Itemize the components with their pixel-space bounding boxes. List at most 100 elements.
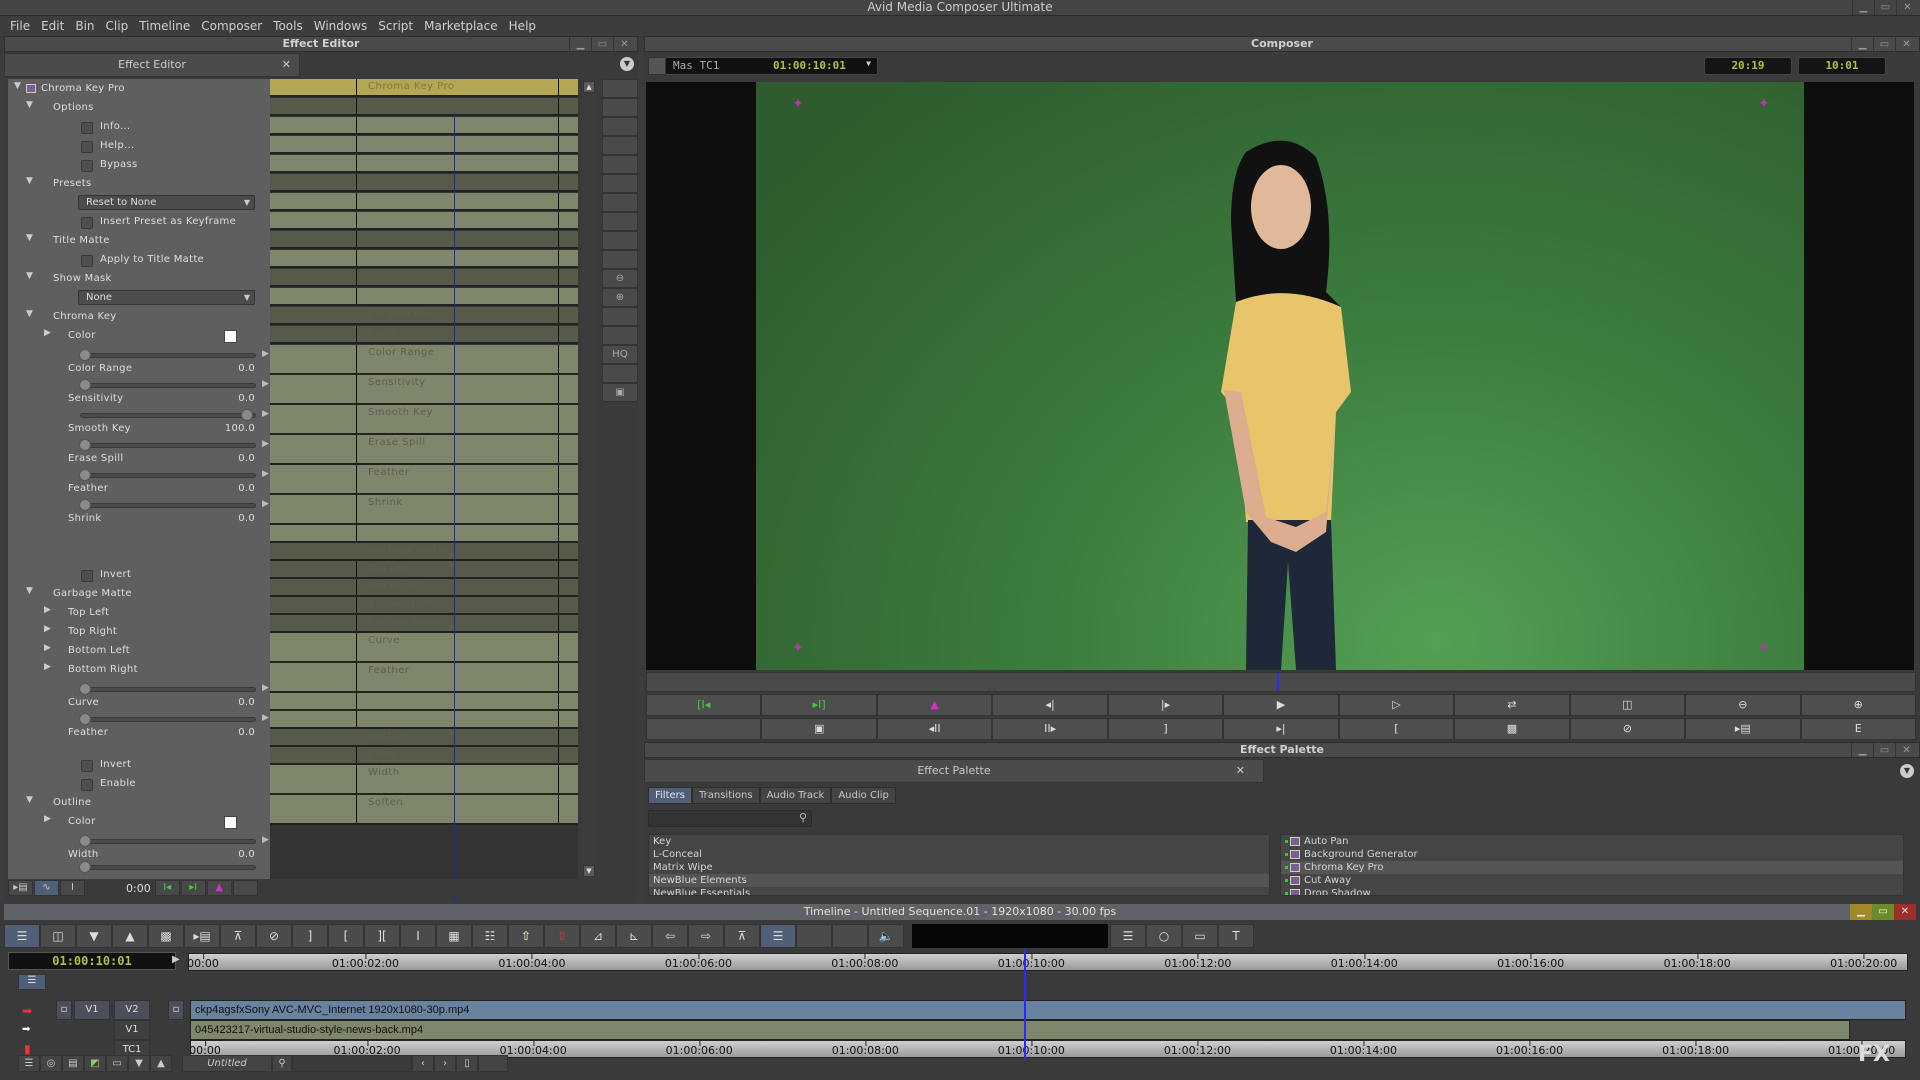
effect-mode-icon[interactable]: E [1800,718,1916,740]
chevron-down-icon[interactable]: ▼ [866,56,871,72]
keyframe-track-row[interactable]: Curve [270,633,578,663]
up-arrow-icon[interactable]: ▲ [150,1054,172,1072]
clear-icon[interactable]: ⊘ [1569,718,1686,740]
expand-arrow-icon[interactable]: ▶ [262,379,269,389]
extract-icon[interactable]: ⇧ [544,924,580,948]
keyframe-track-row[interactable]: Shrink [270,495,578,525]
outline-color-swatch[interactable] [224,816,237,829]
timeline-search-input[interactable] [292,1054,412,1072]
keyframe-track-row[interactable]: Color Range [270,345,578,375]
width-slider[interactable] [79,835,256,847]
segment-icon[interactable]: ⊾ [616,924,652,948]
go-to-prev-keyframe-icon[interactable]: [I◂ [646,694,762,716]
keyframe-track-row[interactable]: Smooth Key [270,405,578,435]
empty-button[interactable] [832,924,868,948]
list-item[interactable]: Background Generator [1281,848,1903,861]
group-show-mask[interactable]: ▼ Show Mask [8,271,270,289]
down-arrow-icon[interactable]: ▼ [128,1054,150,1072]
param-scrollbar[interactable]: ▲ ▼ [582,79,596,879]
group-options[interactable]: ▼ Options [8,100,270,118]
top-right-param[interactable]: ▶ Top Right [8,624,270,642]
side-button[interactable] [602,155,638,174]
step-forward-10-icon[interactable]: II▸ [992,718,1108,740]
expand-arrow-icon[interactable]: ▶ [262,713,269,723]
keyframe-track-row[interactable] [270,136,578,154]
red-arrow-icon[interactable]: ➡ [22,1004,32,1018]
keyframe-track-row[interactable] [270,117,578,135]
close-icon[interactable]: ✕ [1895,37,1917,52]
keyframe-track-row[interactable] [270,250,578,268]
zoom-out-icon[interactable]: ⊖ [602,269,638,288]
tab-filters[interactable]: Filters [648,787,692,804]
render-effect-icon[interactable]: ▩ [148,924,184,948]
clip-v2[interactable]: ckp4agsfxSony AVC-MVC_Internet 1920x1080… [190,1000,1906,1020]
color-range-slider[interactable] [79,349,256,361]
smooth-key-slider[interactable] [80,409,256,421]
slider-knob[interactable] [79,439,91,451]
side-button[interactable] [602,250,638,269]
track-v2-label[interactable]: V2 [114,1000,150,1020]
close-icon[interactable]: ✕ [1894,904,1916,920]
keyframe-track-row[interactable] [270,269,578,287]
tab-audio-track[interactable]: Audio Track [759,787,832,804]
target-icon[interactable]: ◎ [40,1054,62,1072]
outline-color-param[interactable]: ▶ Color [8,814,270,832]
play-triangle-icon[interactable]: ▶ [172,954,180,965]
group-garbage-matte[interactable]: ▼ Garbage Matte [8,586,270,604]
close-tab-icon[interactable]: ✕ [1236,760,1245,782]
step-forward-icon[interactable]: |▸ [1107,694,1224,716]
keyframe-track-row[interactable] [270,288,578,306]
color-correction-icon[interactable]: ◩ [84,1054,106,1072]
mask-select[interactable]: None [78,290,255,305]
mark-out-icon[interactable]: ] [1107,718,1224,740]
panel-menu-icon[interactable]: ▼ [620,57,634,71]
expand-arrow-icon[interactable]: ▶ [262,469,269,479]
keyframe-track-row[interactable] [270,98,578,116]
tab-transitions[interactable]: Transitions [691,787,760,804]
menu-script[interactable]: Script [378,19,413,33]
side-button[interactable] [602,98,638,117]
effect-editor-tab[interactable]: Effect Editor ✕ [4,53,300,77]
step-back-icon[interactable]: ◂| [992,694,1108,716]
gm-feather-slider[interactable] [79,713,256,725]
composer-timecode-display[interactable]: Mas TC1 01:00:10:01 ▼ [648,57,878,75]
play-outline-icon[interactable]: ▷ [1338,694,1455,716]
search-icon[interactable]: ⚲ [272,1054,292,1072]
color-param[interactable]: ▶ Color [8,328,270,346]
slider-knob[interactable] [79,379,91,391]
side-button[interactable] [602,193,638,212]
garbage-matte-handle-bottom-left[interactable]: ✦ [792,640,804,656]
menu-windows[interactable]: Windows [314,19,368,33]
down-arrow-icon[interactable]: ▼ [76,924,112,948]
mark-in-icon[interactable]: [ [1338,718,1455,740]
keyframe-graph-icon[interactable]: ∿ [34,880,59,896]
trim-icon[interactable]: ⊿ [580,924,616,948]
garbage-matte-handle-bottom-right[interactable]: ✦ [1758,640,1770,656]
shrink-slider[interactable] [79,499,256,511]
add-keyframe-icon[interactable]: ▲ [206,880,232,896]
enable-checkbox[interactable] [81,779,93,791]
help-checkbox[interactable] [81,141,93,153]
side-button[interactable] [602,136,638,155]
group-presets[interactable]: ▼ Presets [8,176,270,194]
track-list-icon[interactable]: ☰ [760,924,796,948]
maximize-icon[interactable]: ▭ [591,37,613,52]
counter-display-2[interactable]: 10:01 [1798,57,1886,75]
side-button[interactable] [602,231,638,250]
menu-help[interactable]: Help [509,19,536,33]
menu-bin[interactable]: Bin [75,19,94,33]
menu-tools[interactable]: Tools [273,19,303,33]
minimize-icon[interactable]: ▁ [1851,37,1873,52]
color-swatch[interactable] [224,330,237,343]
effect-palette-tab[interactable]: Effect Palette ✕ [644,759,1264,783]
keyframe-track-row[interactable]: Feather [270,465,578,495]
scroll-up-icon[interactable]: ▲ [583,81,595,93]
empty-button[interactable] [796,924,832,948]
keyframe-track-row[interactable]: Chroma Key Pro [270,79,578,97]
expand-arrow-icon[interactable]: ▶ [262,683,269,693]
white-arrow-icon[interactable]: ➡ [22,1024,30,1035]
side-button[interactable] [602,117,638,136]
clear-icon[interactable]: ⊘ [256,924,292,948]
clear-marks-icon[interactable]: I [400,924,436,948]
toggle-source-icon[interactable]: ◫ [40,924,76,948]
